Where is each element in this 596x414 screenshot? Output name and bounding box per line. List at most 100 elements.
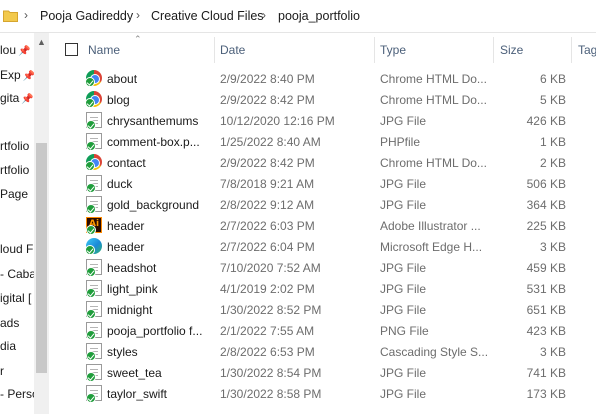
file-size: 5 KB — [539, 93, 566, 107]
file-name: header — [107, 240, 145, 254]
file-type: PNG File — [380, 324, 429, 338]
nav-item[interactable]: rtfolio — [0, 163, 29, 177]
nav-item[interactable]: ads — [0, 316, 19, 330]
column-divider[interactable] — [214, 37, 215, 63]
file-row[interactable]: comment-box.p... 1/25/2022 8:40 AM PHPfile… — [50, 131, 596, 152]
file-row[interactable]: sweet_tea 1/30/2022 8:54 PM JPG File 741 KB — [50, 362, 596, 383]
column-header-size[interactable]: Size — [500, 43, 523, 57]
file-name: duck — [107, 177, 133, 191]
file-row[interactable]: blog 2/9/2022 8:42 PM Chrome HTML Do... 5 K… — [50, 89, 596, 110]
file-row[interactable]: midnight 1/30/2022 8:52 PM JPG File 651 KB — [50, 299, 596, 320]
synced-check-icon — [86, 330, 96, 340]
breadcrumb-separator: › — [262, 8, 266, 22]
nav-scrollbar[interactable]: ▲ — [34, 33, 49, 414]
file-row[interactable]: duck 7/8/2018 9:21 AM JPG File 506 KB — [50, 173, 596, 194]
image-file-icon — [86, 196, 102, 214]
nav-item[interactable]: - Perso — [0, 387, 34, 401]
select-all-checkbox[interactable] — [65, 43, 78, 56]
file-name: about — [107, 72, 138, 86]
nav-item-label: lou — [0, 43, 17, 57]
file-size: 741 KB — [526, 366, 566, 380]
column-header-name[interactable]: Name — [88, 43, 120, 57]
illustrator-icon — [86, 217, 102, 235]
synced-check-icon — [86, 267, 96, 277]
file-size: 423 KB — [526, 324, 566, 338]
nav-item[interactable]: - Caba — [0, 267, 34, 281]
nav-item[interactable]: rtfolio — [0, 139, 29, 153]
file-row[interactable]: light_pink 4/1/2019 2:02 PM JPG File 531 KB — [50, 278, 596, 299]
nav-item[interactable]: r — [0, 364, 4, 378]
breadcrumb-item-portfolio[interactable]: pooja_portfolio — [278, 9, 360, 23]
edge-icon — [85, 238, 102, 255]
file-row[interactable]: taylor_swift 1/30/2022 8:58 PM JPG File 173… — [50, 383, 596, 404]
breadcrumb-item-user[interactable]: Pooja Gadireddy — [40, 9, 133, 23]
image-file-icon — [86, 112, 102, 130]
nav-item[interactable]: gita 📌 — [0, 91, 34, 105]
file-name: light_pink — [107, 282, 158, 296]
file-size: 6 KB — [539, 72, 566, 86]
file-date: 2/9/2022 8:40 PM — [220, 72, 315, 86]
file-row[interactable]: chrysanthemums 10/12/2020 12:16 PM JPG Fil… — [50, 110, 596, 131]
column-header-tags[interactable]: Tags — [578, 43, 596, 57]
file-row[interactable]: gold_background 2/8/2022 9:12 AM JPG File 3… — [50, 194, 596, 215]
file-size: 1 KB — [539, 135, 566, 149]
column-divider[interactable] — [493, 37, 494, 63]
column-header-date[interactable]: Date — [220, 43, 245, 57]
file-size: 531 KB — [526, 282, 566, 296]
address-bar[interactable]: › Pooja Gadireddy › Creative Cloud Files… — [0, 0, 596, 33]
synced-check-icon — [85, 77, 95, 87]
file-size: 225 KB — [526, 219, 566, 233]
column-divider[interactable] — [374, 37, 375, 63]
file-size: 426 KB — [526, 114, 566, 128]
file-row[interactable]: pooja_portfolio f... 2/1/2022 7:55 AM PNG … — [50, 320, 596, 341]
file-name: midnight — [107, 303, 153, 317]
scroll-up-arrow-icon[interactable]: ▲ — [34, 37, 49, 47]
file-name: comment-box.p... — [107, 135, 200, 149]
column-divider[interactable] — [571, 37, 572, 63]
synced-check-icon — [85, 161, 95, 171]
file-date: 7/10/2020 7:52 AM — [220, 261, 321, 275]
synced-check-icon — [86, 120, 96, 130]
column-header-type[interactable]: Type — [380, 43, 406, 57]
file-name: chrysanthemums — [107, 114, 199, 128]
nav-item[interactable]: Exp 📌 — [0, 68, 34, 82]
synced-check-icon — [86, 225, 96, 235]
file-date: 2/7/2022 6:04 PM — [220, 240, 315, 254]
file-type: JPG File — [380, 387, 427, 401]
file-row[interactable]: header 2/7/2022 6:03 PM Adobe Illustrator … — [50, 215, 596, 236]
file-date: 1/25/2022 8:40 AM — [220, 135, 321, 149]
image-file-icon — [86, 280, 102, 298]
file-name: styles — [107, 345, 138, 359]
file-size: 651 KB — [526, 303, 566, 317]
file-name: header — [107, 219, 145, 233]
nav-item[interactable]: loud F — [0, 242, 33, 256]
breadcrumb-item-creative-cloud[interactable]: Creative Cloud Files — [151, 9, 264, 23]
file-name: gold_background — [107, 198, 200, 212]
file-type: JPG File — [380, 114, 427, 128]
image-file-icon — [86, 175, 102, 193]
file-type: Chrome HTML Do... — [380, 156, 487, 170]
synced-check-icon — [86, 204, 96, 214]
file-size: 3 KB — [539, 240, 566, 254]
nav-item[interactable]: igital [ — [0, 291, 31, 305]
breadcrumb-separator: › — [136, 8, 140, 22]
sort-ascending-icon: ⌃ — [134, 34, 142, 44]
synced-check-icon — [86, 351, 96, 361]
pin-icon: 📌 — [22, 71, 34, 82]
nav-item-label: Page — [0, 187, 29, 201]
file-name: headshot — [107, 261, 157, 275]
scrollbar-thumb[interactable] — [36, 143, 47, 373]
nav-item[interactable]: lou 📌 — [0, 43, 30, 57]
nav-item[interactable]: dia — [0, 339, 16, 353]
file-row[interactable]: headshot 7/10/2020 7:52 AM JPG File 459 KB — [50, 257, 596, 278]
pin-icon: 📌 — [21, 94, 34, 105]
file-size: 506 KB — [526, 177, 566, 191]
file-row[interactable]: contact 2/9/2022 8:42 PM Chrome HTML Do...… — [50, 152, 596, 173]
file-row[interactable]: about 2/9/2022 8:40 PM Chrome HTML Do... 6 … — [50, 68, 596, 89]
nav-item[interactable]: Page — [0, 187, 28, 201]
file-row[interactable]: styles 2/8/2022 6:53 PM Cascading Style S.… — [50, 341, 596, 362]
file-row[interactable]: header 2/7/2022 6:04 PM Microsoft Edge H..… — [50, 236, 596, 257]
column-header-bar: ⌃ Name Date Type Size Tags — [50, 33, 596, 65]
file-name: sweet_tea — [107, 366, 162, 380]
file-size: 459 KB — [526, 261, 566, 275]
